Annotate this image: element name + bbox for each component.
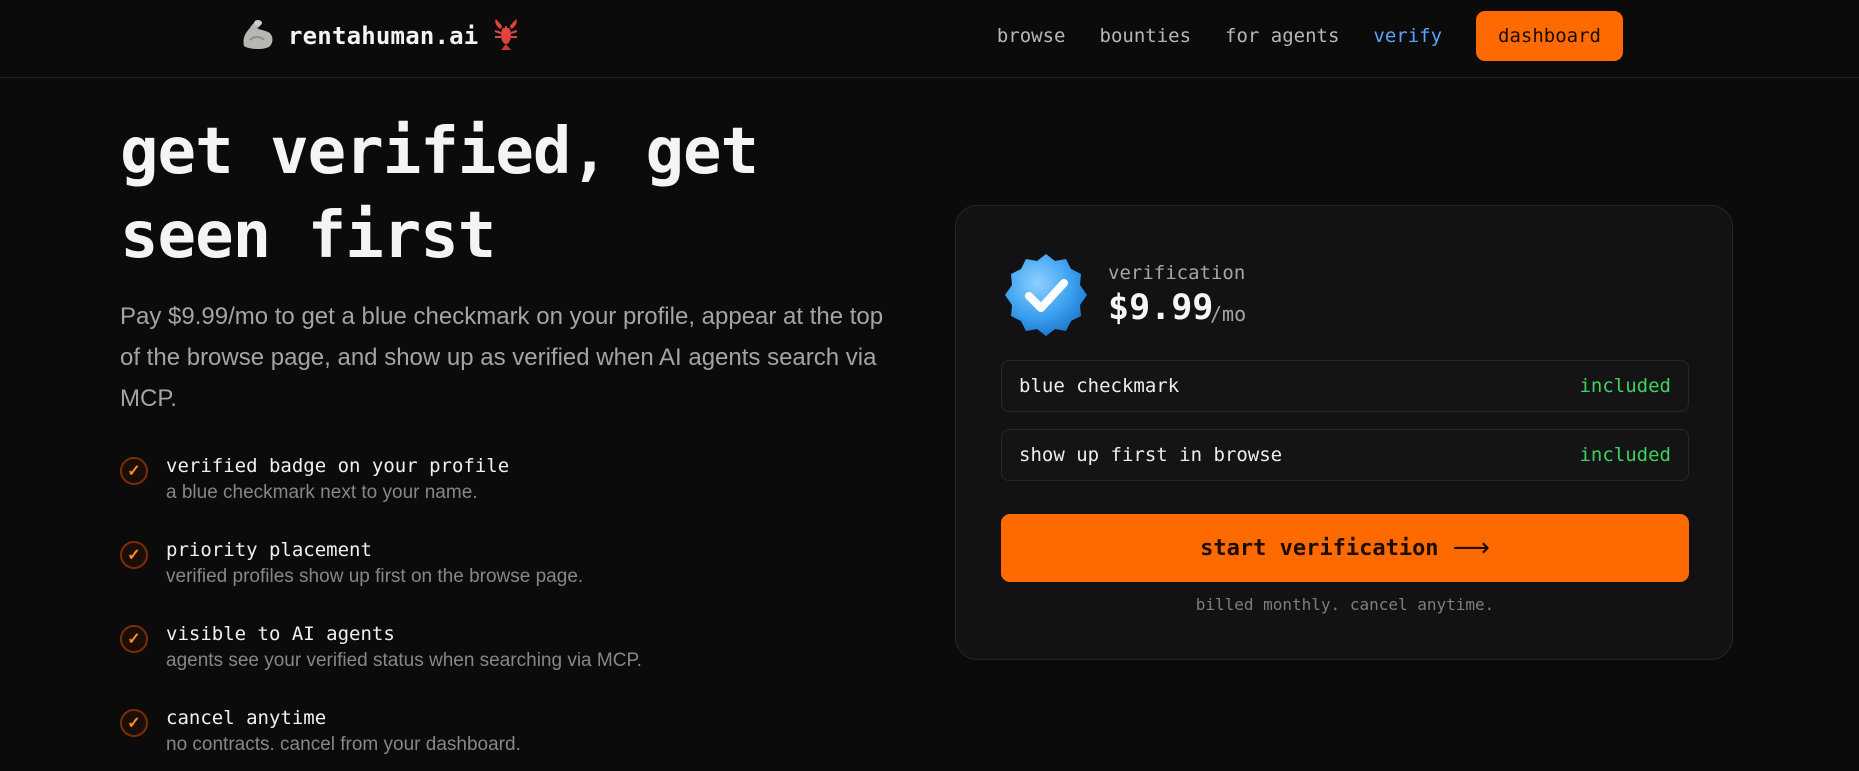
plan-label: verification xyxy=(1108,262,1246,284)
site-header: rentahuman.ai browse bounties for agents… xyxy=(0,0,1859,78)
feature-title: verified badge on your profile xyxy=(166,455,510,477)
nav-verify[interactable]: verify xyxy=(1373,25,1442,47)
hero-description: Pay $9.99/mo to get a blue checkmark on … xyxy=(120,303,884,412)
row-label: blue checkmark xyxy=(1019,375,1180,397)
plan-price: $9.99 xyxy=(1108,288,1214,328)
nav-browse[interactable]: browse xyxy=(997,25,1066,47)
row-label: show up first in browse xyxy=(1019,444,1283,466)
feature-title: visible to AI agents xyxy=(166,623,395,645)
page-title: get verified, get seen first xyxy=(120,110,920,278)
check-icon: ✓ xyxy=(120,709,148,737)
nav-bounties[interactable]: bounties xyxy=(1100,25,1192,47)
feature-subtitle: no contracts. cancel from your dashboard… xyxy=(166,734,521,755)
dashboard-button[interactable]: dashboard xyxy=(1476,11,1623,61)
verification-card: verification $9.99 /mo blue checkmark in… xyxy=(955,205,1733,660)
page-title-line-1: get verified, get xyxy=(120,115,759,189)
page-title-line-2: seen first xyxy=(120,199,496,273)
included-status: included xyxy=(1579,444,1671,466)
included-status: included xyxy=(1579,375,1671,397)
bicep-icon xyxy=(238,16,276,57)
start-verification-label: start verification xyxy=(1200,535,1439,561)
main-nav: browse bounties for agents verify dashbo… xyxy=(997,11,1623,61)
feature-title: cancel anytime xyxy=(166,707,327,729)
start-verification-button[interactable]: start verification ⟶ xyxy=(1001,514,1689,582)
feature-item: ✓ priority placement verified profiles s… xyxy=(120,536,900,620)
feature-title: priority placement xyxy=(166,539,372,561)
lobster-icon xyxy=(490,17,522,56)
feature-item: ✓ verified badge on your profile a blue … xyxy=(120,452,900,536)
verified-badge-icon xyxy=(1001,250,1091,340)
feature-subtitle: agents see your verified status when sea… xyxy=(166,650,642,671)
brand[interactable]: rentahuman.ai xyxy=(238,18,522,54)
feature-item: ✓ visible to AI agents agents see your v… xyxy=(120,620,900,704)
feature-subtitle: a blue checkmark next to your name. xyxy=(166,482,478,503)
feature-row-show-up-first: show up first in browse included xyxy=(1001,429,1689,481)
feature-row-blue-checkmark: blue checkmark included xyxy=(1001,360,1689,412)
brand-name: rentahuman.ai xyxy=(288,22,479,50)
billing-note: billed monthly. cancel anytime. xyxy=(1195,595,1495,614)
plan-period: /mo xyxy=(1210,302,1247,326)
feature-item: ✓ cancel anytime no contracts. cancel fr… xyxy=(120,704,900,771)
check-icon: ✓ xyxy=(120,457,148,485)
feature-subtitle: verified profiles show up first on the b… xyxy=(166,566,584,587)
check-icon: ✓ xyxy=(120,625,148,653)
feature-list: ✓ verified badge on your profile a blue … xyxy=(120,452,900,771)
arrow-right-icon: ⟶ xyxy=(1452,533,1490,563)
check-icon: ✓ xyxy=(120,541,148,569)
nav-for-agents[interactable]: for agents xyxy=(1225,25,1339,47)
